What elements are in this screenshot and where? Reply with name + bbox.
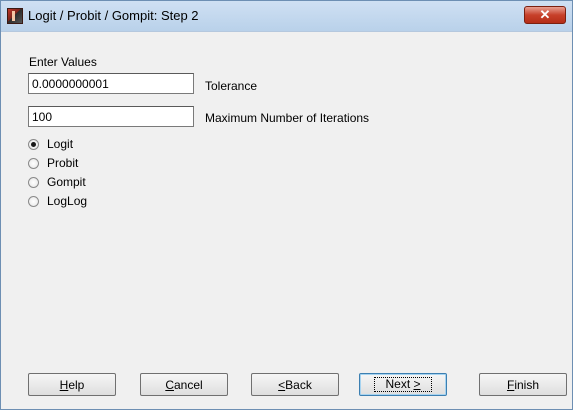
radio-button[interactable] — [28, 157, 39, 169]
app-icon — [7, 8, 23, 24]
radio-probit[interactable]: Probit — [28, 155, 78, 171]
title-bar[interactable]: Logit / Probit / Gompit: Step 2 ✕ — [1, 1, 572, 32]
focus-rect: Next > — [374, 377, 432, 392]
radio-label-logit: Logit — [47, 137, 74, 151]
back-button[interactable]: < Back — [251, 373, 339, 396]
enter-values-label: Enter Values — [29, 55, 97, 69]
next-button[interactable]: Next > — [359, 373, 447, 396]
radio-button[interactable] — [28, 176, 39, 188]
window-title: Logit / Probit / Gompit: Step 2 — [28, 8, 199, 23]
tolerance-label: Tolerance — [205, 79, 258, 93]
help-button[interactable]: Help — [28, 373, 116, 396]
radio-logit[interactable]: Logit — [28, 136, 73, 152]
radio-gompit[interactable]: Gompit — [28, 174, 86, 190]
radio-button[interactable] — [28, 138, 39, 150]
radio-label-gompit: Gompit — [47, 175, 86, 189]
radio-label-loglog: LogLog — [47, 194, 88, 208]
cancel-button[interactable]: Cancel — [140, 373, 228, 396]
tolerance-input[interactable] — [28, 73, 194, 94]
close-icon: ✕ — [539, 7, 551, 22]
dialog-window: Logit / Probit / Gompit: Step 2 ✕ Enter … — [0, 0, 573, 410]
radio-loglog[interactable]: LogLog — [28, 193, 87, 209]
max-iterations-label: Maximum Number of Iterations — [205, 111, 370, 125]
radio-button[interactable] — [28, 195, 39, 207]
close-button[interactable]: ✕ — [524, 6, 566, 24]
finish-button[interactable]: Finish — [479, 373, 567, 396]
max-iterations-input[interactable] — [28, 106, 194, 127]
radio-label-probit: Probit — [47, 156, 79, 170]
